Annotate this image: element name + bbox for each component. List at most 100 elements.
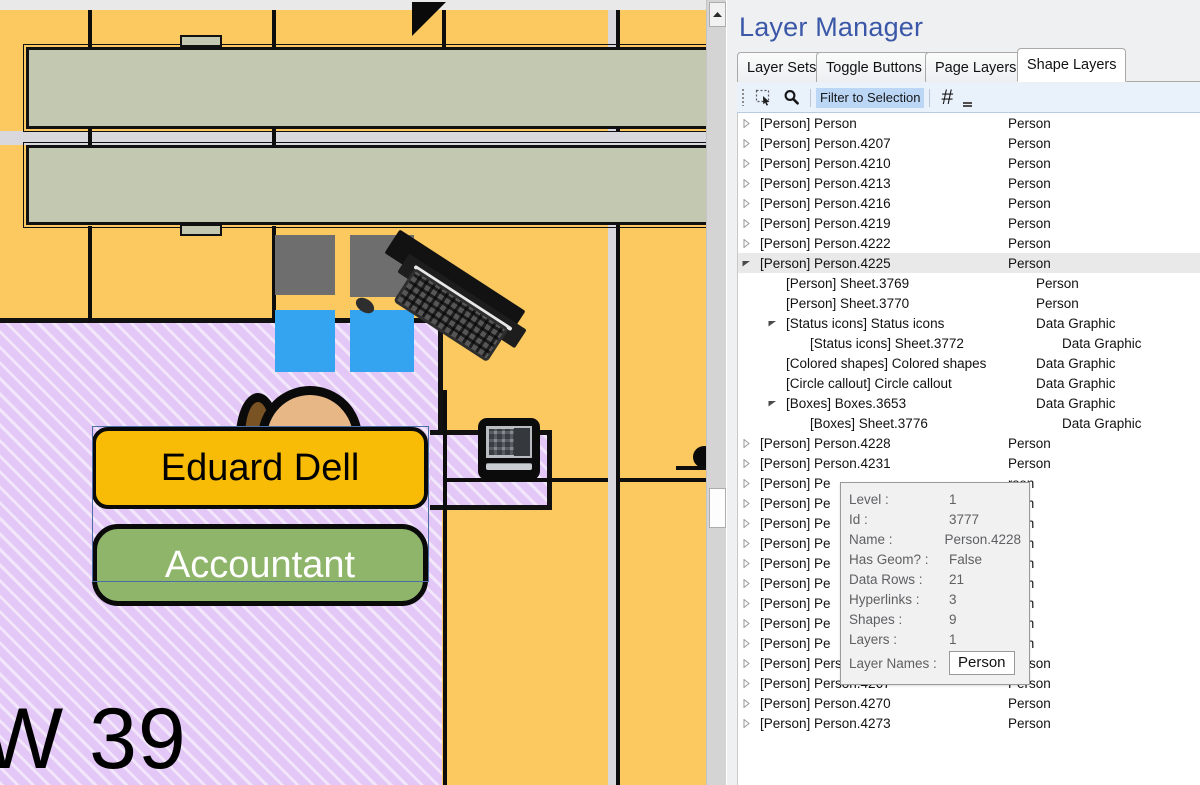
hash-icon[interactable]: # (935, 87, 959, 108)
tree-row[interactable]: [Person] Person Person (738, 113, 1200, 133)
office-floorplan: Eduard Dell Accountant W 39 (0, 0, 706, 785)
tree-row-label: [Person] Pe (760, 635, 831, 651)
desk-phone-icon (478, 418, 540, 480)
tab-toggle-buttons[interactable]: Toggle Buttons (816, 52, 932, 82)
tree-row[interactable]: [Person] Person.4225 Person (738, 253, 1200, 273)
chevron-right-icon[interactable] (740, 453, 752, 473)
tree-row-type: Person (1008, 115, 1051, 131)
tree-row[interactable]: [Circle callout] Circle callout Data Grap… (738, 373, 1200, 393)
tree-row-label: [Person] Person.4213 (760, 175, 891, 191)
tree-row[interactable]: [Person] Sheet.3769 Person (738, 273, 1200, 293)
desk-nub-bottom (180, 224, 222, 236)
chevron-right-icon[interactable] (740, 193, 752, 213)
corner-marker-icon (412, 2, 446, 36)
tab-strip: Layer Sets Toggle Buttons Page Layers Sh… (737, 48, 1200, 82)
tree-row[interactable]: [Person] Person.4213 Person (738, 173, 1200, 193)
chevron-right-icon[interactable] (740, 473, 752, 493)
tree-row[interactable]: [Person] Person.4228 Person (738, 433, 1200, 453)
chevron-right-icon[interactable] (740, 653, 752, 673)
tooltip-field-value: 1 (949, 491, 957, 507)
tree-row[interactable]: [Person] Person.4270 Person (738, 693, 1200, 713)
chevron-right-icon[interactable] (740, 213, 752, 233)
chevron-right-icon[interactable] (740, 593, 752, 613)
tree-row-type: Data Graphic (1062, 415, 1142, 431)
tree-row[interactable]: [Boxes] Sheet.3776 Data Graphic (738, 413, 1200, 433)
magnifier-icon[interactable] (777, 85, 805, 111)
chevron-right-icon[interactable] (740, 673, 752, 693)
chevron-right-icon[interactable] (740, 513, 752, 533)
chevron-right-icon[interactable] (740, 533, 752, 553)
selection-handle-box[interactable] (92, 426, 429, 582)
scroll-up-icon[interactable] (709, 2, 726, 27)
chevron-right-icon[interactable] (740, 573, 752, 593)
canvas-vertical-scrollbar[interactable] (706, 0, 726, 785)
chevron-right-icon[interactable] (740, 553, 752, 573)
tree-row[interactable]: [Person] Person.4210 Person (738, 153, 1200, 173)
tree-row[interactable]: [Person] Person.4273 Person (738, 713, 1200, 733)
tree-row-label: [Person] Person.4219 (760, 215, 891, 231)
tree-row-label: [Person] Person.4270 (760, 695, 891, 711)
tooltip-field: Shapes : 9 (849, 609, 1021, 629)
monitor-grey-left (275, 235, 335, 295)
chevron-down-icon[interactable] (766, 313, 778, 333)
tree-row[interactable]: [Colored shapes] Colored shapes Data Grap… (738, 353, 1200, 373)
tree-row-type: Person (1008, 435, 1051, 451)
chevron-right-icon[interactable] (740, 493, 752, 513)
filter-to-selection-button[interactable]: Filter to Selection (816, 87, 925, 108)
tree-row[interactable]: [Person] Person.4207 Person (738, 133, 1200, 153)
toolbar-overflow-icon[interactable] (959, 85, 975, 111)
scroll-thumb[interactable] (709, 488, 726, 528)
chevron-right-icon[interactable] (740, 153, 752, 173)
tooltip-field: Hyperlinks : 3 (849, 589, 1021, 609)
toolbar-drag-grip[interactable] (737, 83, 749, 112)
tree-row[interactable]: [Person] Person.4222 Person (738, 233, 1200, 253)
phone-handset (486, 463, 532, 470)
diagram-canvas[interactable]: Eduard Dell Accountant W 39 (0, 0, 706, 785)
tree-row-label: [Status icons] Status icons (786, 315, 945, 331)
chevron-down-icon[interactable] (740, 253, 752, 273)
chevron-right-icon[interactable] (740, 693, 752, 713)
chevron-right-icon[interactable] (740, 233, 752, 253)
marquee-select-icon[interactable] (749, 85, 777, 111)
tree-row-label: [Person] Pe (760, 595, 831, 611)
tree-row[interactable]: [Person] Sheet.3770 Person (738, 293, 1200, 313)
page-title: Layer Manager (739, 12, 924, 42)
layer-manager-panel: Layer Manager Layer Sets Toggle Buttons … (727, 0, 1200, 785)
tree-row[interactable]: [Status icons] Status icons Data Graphic (738, 313, 1200, 333)
tree-row[interactable]: [Person] Person.4216 Person (738, 193, 1200, 213)
tree-row-label: [Person] Person.4225 (760, 255, 891, 271)
chair-left (275, 310, 335, 372)
grid-line (676, 466, 706, 470)
chevron-right-icon[interactable] (740, 113, 752, 133)
tab-layer-sets[interactable]: Layer Sets (737, 52, 827, 82)
tab-shape-layers[interactable]: Shape Layers (1017, 48, 1127, 82)
chevron-right-icon[interactable] (740, 613, 752, 633)
chevron-right-icon[interactable] (740, 713, 752, 733)
tree-row-label: [Person] Pe (760, 495, 831, 511)
tooltip-field: Name : Person.4228 (849, 529, 1021, 549)
tooltip-layer-names-field: Layer Names : Person (849, 649, 1021, 677)
tree-row-label: [Person] Person.4228 (760, 435, 891, 451)
tree-row-label: [Person] Person (760, 115, 857, 131)
tree-row-type: Person (1008, 255, 1051, 271)
tree-row[interactable]: [Boxes] Boxes.3653 Data Graphic (738, 393, 1200, 413)
tree-row[interactable]: [Person] Person.4231 Person (738, 453, 1200, 473)
tooltip-layer-names-value: Person (949, 650, 1015, 676)
grid-line (610, 478, 706, 482)
tree-row[interactable]: [Status icons] Sheet.3772 Data Graphic (738, 333, 1200, 353)
chevron-down-icon[interactable] (766, 393, 778, 413)
tree-row-label: [Boxes] Boxes.3653 (786, 395, 907, 411)
tab-page-layers[interactable]: Page Layers (925, 52, 1027, 82)
chevron-right-icon[interactable] (740, 433, 752, 453)
partition-bar (0, 131, 706, 145)
tooltip-field-key: Data Rows : (849, 571, 923, 587)
grid-line (272, 131, 276, 145)
tree-row-label: [Person] Pe (760, 475, 831, 491)
tree-row-type: Person (1036, 295, 1079, 311)
tooltip-field-key: Shapes : (849, 611, 903, 627)
chevron-right-icon[interactable] (740, 633, 752, 653)
chevron-right-icon[interactable] (740, 173, 752, 193)
chevron-right-icon[interactable] (740, 133, 752, 153)
tree-row-label: [Person] Person.4222 (760, 235, 891, 251)
tree-row[interactable]: [Person] Person.4219 Person (738, 213, 1200, 233)
